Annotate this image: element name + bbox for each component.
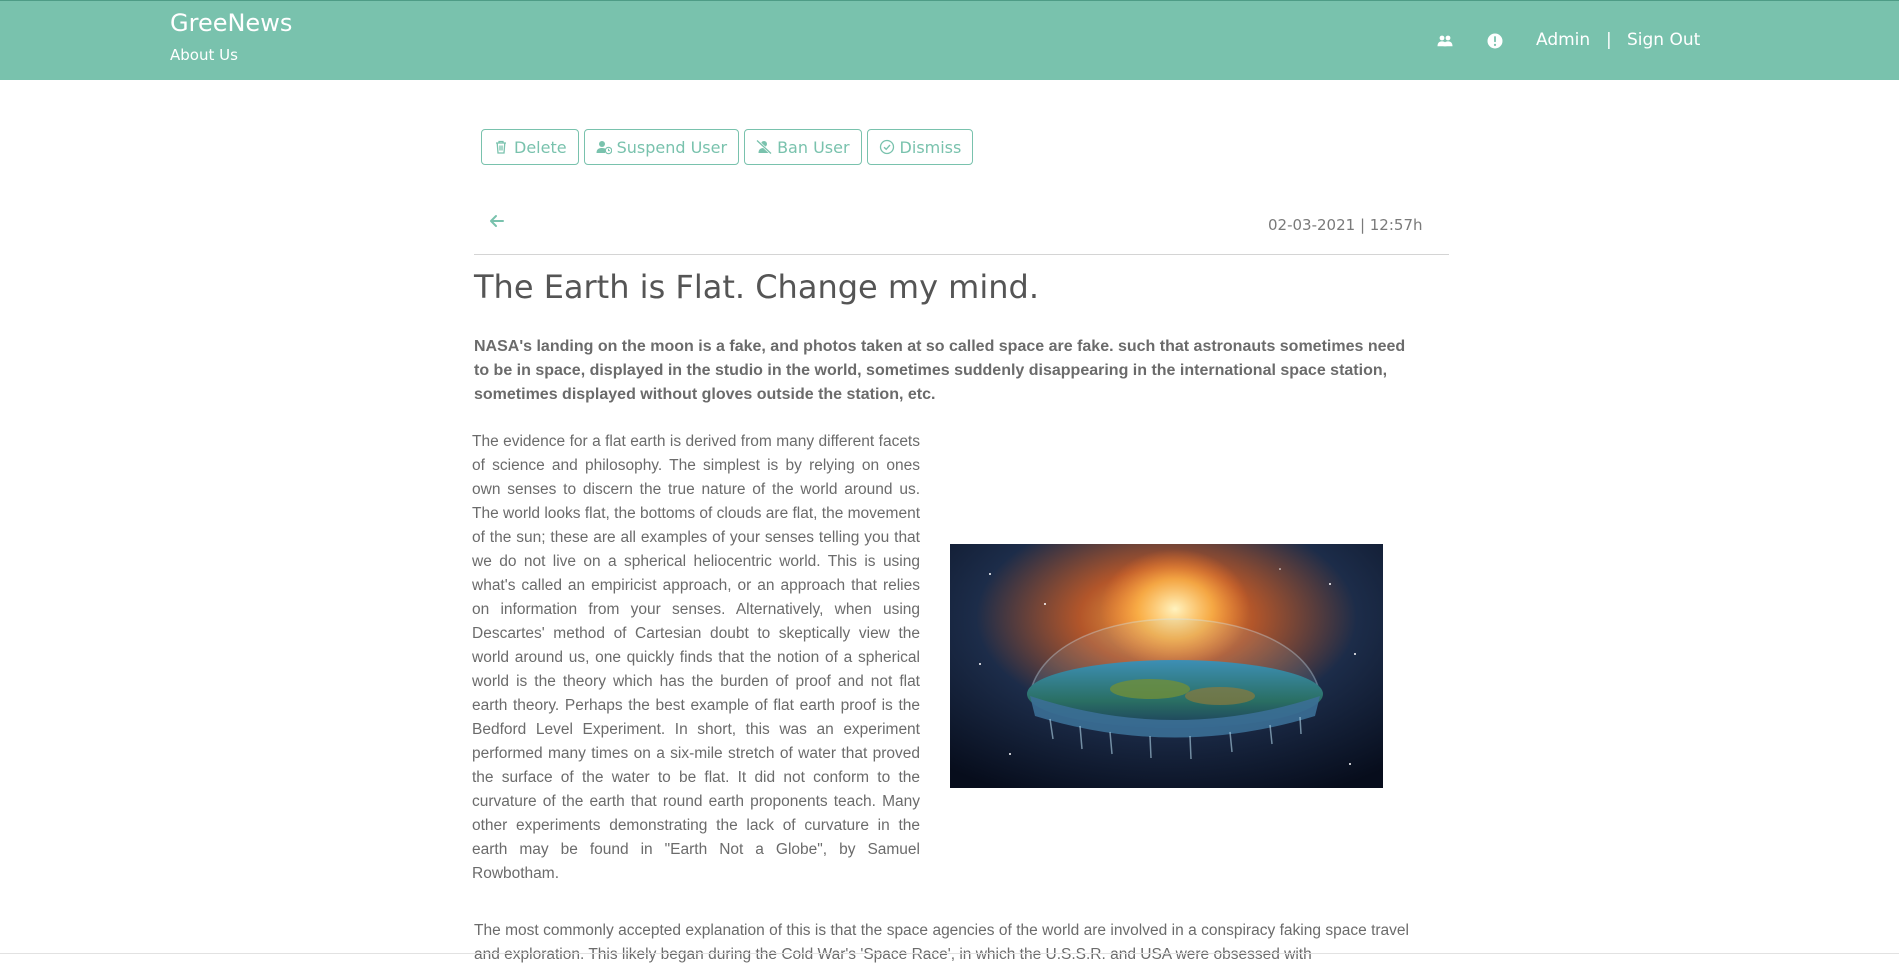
check-circle-icon: [879, 139, 895, 155]
ban-user-label: Ban User: [777, 137, 850, 157]
suspend-user-button[interactable]: Suspend User: [583, 129, 740, 165]
flat-earth-image: [950, 544, 1383, 788]
top-navbar: GreeNews About Us Admin | Sign Out: [0, 0, 1899, 80]
header-divider: [474, 254, 1449, 255]
admin-link[interactable]: Admin: [1536, 30, 1590, 50]
user-clock-icon: [596, 139, 612, 155]
delete-button[interactable]: Delete: [481, 129, 579, 165]
nav-separator: |: [1606, 30, 1612, 50]
ban-user-button[interactable]: Ban User: [744, 129, 862, 165]
moderation-toolbar: Delete Suspend User Ban User Dismiss: [481, 129, 974, 165]
users-icon[interactable]: [1436, 32, 1454, 50]
post-date: 02-03-2021 | 12:57h: [1268, 216, 1423, 234]
delete-label: Delete: [514, 137, 567, 157]
brand-logo[interactable]: GreeNews: [170, 9, 292, 37]
back-arrow-icon[interactable]: [487, 211, 507, 231]
info-icon[interactable]: [1486, 32, 1504, 50]
user-slash-icon: [756, 139, 772, 155]
suspend-user-label: Suspend User: [616, 137, 728, 157]
sign-out-link[interactable]: Sign Out: [1627, 30, 1700, 50]
article-body: The evidence for a flat earth is derived…: [472, 433, 920, 882]
dismiss-label: Dismiss: [899, 137, 962, 157]
article-body-continued: The most commonly accepted explanation o…: [474, 922, 1409, 963]
dismiss-button[interactable]: Dismiss: [866, 129, 974, 165]
trash-icon: [493, 139, 509, 155]
about-us-link[interactable]: About Us: [170, 46, 238, 64]
article-lead: NASA's landing on the moon is a fake, an…: [474, 338, 1406, 403]
article-title: The Earth is Flat. Change my mind.: [474, 268, 1039, 306]
